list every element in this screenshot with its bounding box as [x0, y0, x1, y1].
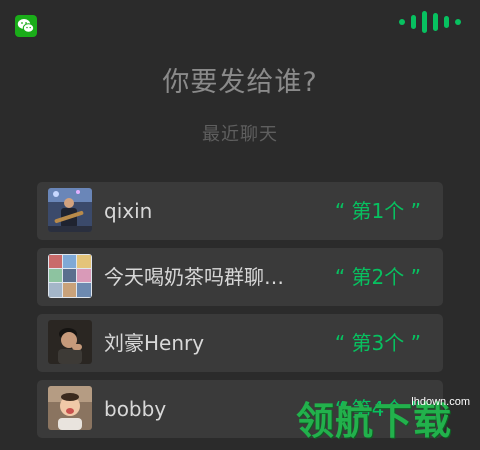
avatar	[48, 254, 92, 298]
ordinal-label: “ 第3个 ”	[334, 331, 421, 355]
watermark-domain: lhdown.com	[411, 396, 470, 408]
recent-chats-label: 最近聊天	[202, 124, 278, 145]
contact-name: qixin	[104, 199, 153, 223]
contact-name: 刘豪Henry	[104, 331, 205, 355]
ordinal-label: “ 第1个 ”	[334, 199, 421, 223]
wechat-icon	[15, 15, 37, 37]
page-title: 你要发给谁?	[162, 67, 318, 98]
chat-row-henry[interactable]: 刘豪Henry “ 第3个 ”	[37, 314, 443, 372]
contact-name: 今天喝奶茶吗群聊…	[104, 265, 284, 289]
voice-bar	[411, 15, 416, 29]
voice-bar	[444, 16, 449, 28]
avatar	[48, 320, 92, 364]
avatar	[48, 188, 92, 232]
voice-share-panel: 你要发给谁? 最近聊天 qixin “ 第1个 ” 今天喝奶茶吗群聊… “ 第2…	[0, 0, 480, 450]
chat-row-qixin[interactable]: qixin “ 第1个 ”	[37, 182, 443, 240]
voice-dot-left	[399, 19, 405, 25]
voice-dot-right	[455, 19, 461, 25]
site-watermark: 领航下载 lhdown.com	[296, 386, 476, 446]
ordinal-label: “ 第2个 ”	[334, 265, 421, 289]
avatar	[48, 386, 92, 430]
chat-row-group[interactable]: 今天喝奶茶吗群聊… “ 第2个 ”	[37, 248, 443, 306]
voice-bar	[433, 13, 438, 31]
contact-name: bobby	[104, 397, 167, 421]
voice-listening-icon	[399, 11, 461, 33]
voice-bar	[422, 11, 427, 33]
